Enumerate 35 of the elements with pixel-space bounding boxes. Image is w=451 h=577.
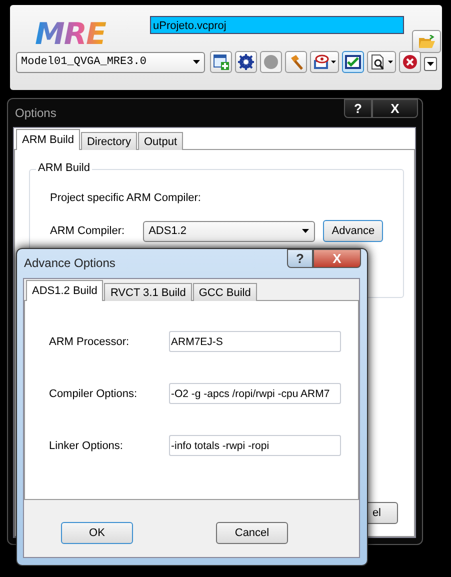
field-label: Linker Options:	[49, 440, 123, 452]
eye-icon	[313, 54, 329, 70]
cancel-button[interactable]: Cancel	[216, 522, 288, 544]
advance-button[interactable]: Advance	[323, 220, 383, 242]
compiler-note: Project specific ARM Compiler:	[50, 192, 201, 204]
help-button[interactable]: ?	[287, 249, 313, 268]
toolbar-menu-button[interactable]	[424, 57, 437, 71]
tab[interactable]: Directory	[80, 132, 137, 150]
caret-icon	[302, 229, 310, 233]
tab[interactable]: ADS1.2 Build	[26, 280, 104, 301]
close-button[interactable]: X	[372, 99, 418, 118]
tab[interactable]: GCC Build	[192, 283, 257, 301]
eye-tool-button[interactable]	[310, 51, 339, 73]
project-file-field[interactable]: uProjeto.vcproj	[150, 16, 404, 34]
page-magnifier-icon	[370, 54, 386, 70]
window-title: Options	[15, 106, 56, 120]
caret-icon	[193, 60, 200, 64]
field-label: ARM Processor:	[49, 336, 130, 348]
tab[interactable]: ARM Build	[16, 129, 80, 150]
ok-button[interactable]: OK	[61, 522, 133, 544]
model-dropdown[interactable]: Model01_QVGA_MRE3.0	[16, 52, 205, 72]
compiler-dropdown[interactable]: ADS1.2	[142, 220, 316, 242]
help-button[interactable]: ?	[344, 99, 372, 118]
input-field[interactable]: ARM7EJ-S	[169, 331, 341, 352]
input-field[interactable]: -O2 -g -apcs /ropi/rwpi -cpu ARM7	[169, 383, 341, 404]
input-field[interactable]: -info totals -rwpi -ropi	[169, 435, 341, 456]
folder-icon	[418, 34, 436, 48]
compiler-label: ARM Compiler:	[50, 225, 125, 237]
dialog-title: Advance Options	[24, 256, 116, 270]
caret-icon	[427, 62, 434, 66]
group-title: ARM Build	[36, 162, 92, 174]
preview-tool-button[interactable]	[367, 51, 396, 73]
field-label: Compiler Options:	[49, 388, 138, 400]
tab[interactable]: Output	[138, 132, 184, 150]
tab[interactable]: RVCT 3.1 Build	[104, 283, 192, 301]
